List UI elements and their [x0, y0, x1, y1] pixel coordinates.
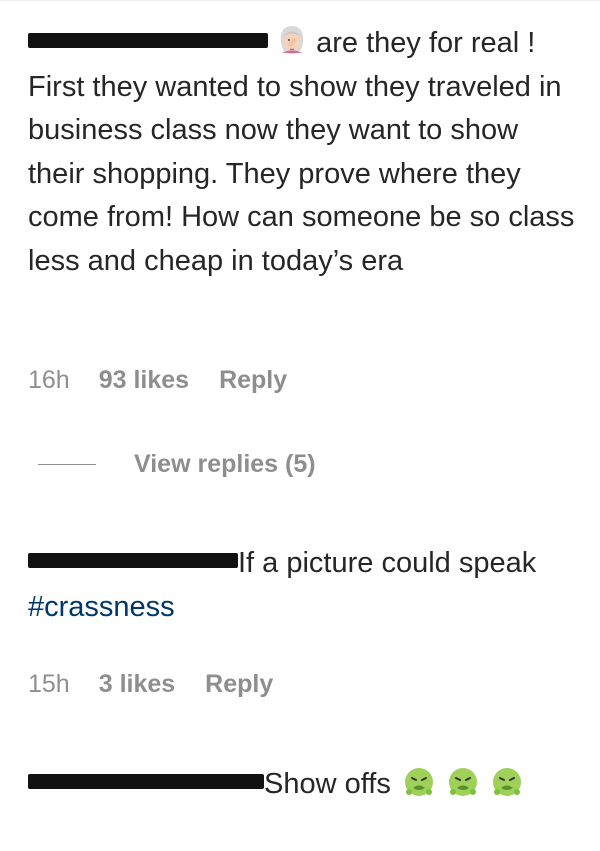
comment-3-body: Show offs [28, 763, 578, 807]
comment-2-text: If a picture could speak [238, 547, 537, 579]
comment-1-body: are they for real ! First they wanted to… [28, 22, 578, 283]
nauseated-face-icon [448, 768, 477, 797]
comment-1-likes[interactable]: 93 likes [99, 366, 189, 395]
view-replies-label[interactable]: View replies (5) [134, 450, 316, 479]
comment-2-reply-button[interactable]: Reply [205, 670, 273, 699]
comment-2-time: 15h [28, 670, 70, 698]
nauseated-face-icon [493, 768, 522, 797]
comment-3: Show offs [28, 763, 578, 807]
nauseated-face-icon [404, 768, 433, 797]
replies-divider [38, 464, 96, 465]
view-replies[interactable]: View replies (5) [38, 450, 316, 479]
comment-2-meta: 15h 3 likes Reply [28, 670, 273, 699]
comment-3-text: Show offs [264, 768, 391, 800]
comment-1: are they for real ! First they wanted to… [28, 22, 578, 283]
woman-facepalming-icon [280, 26, 304, 55]
redacted-username[interactable] [28, 552, 238, 568]
top-divider [0, 0, 600, 1]
hashtag-link[interactable]: #crassness [28, 591, 175, 623]
comment-2-body: If a picture could speak #crassness [28, 542, 578, 629]
comment-1-reply-button[interactable]: Reply [219, 366, 287, 395]
comment-1-time: 16h [28, 366, 70, 394]
redacted-username[interactable] [28, 32, 268, 48]
comment-2: If a picture could speak #crassness [28, 542, 578, 629]
comment-2-likes[interactable]: 3 likes [99, 670, 175, 699]
comment-1-meta: 16h 93 likes Reply [28, 366, 287, 395]
comment-1-text: are they for real ! First they wanted to… [28, 27, 575, 277]
redacted-username[interactable] [28, 773, 264, 789]
